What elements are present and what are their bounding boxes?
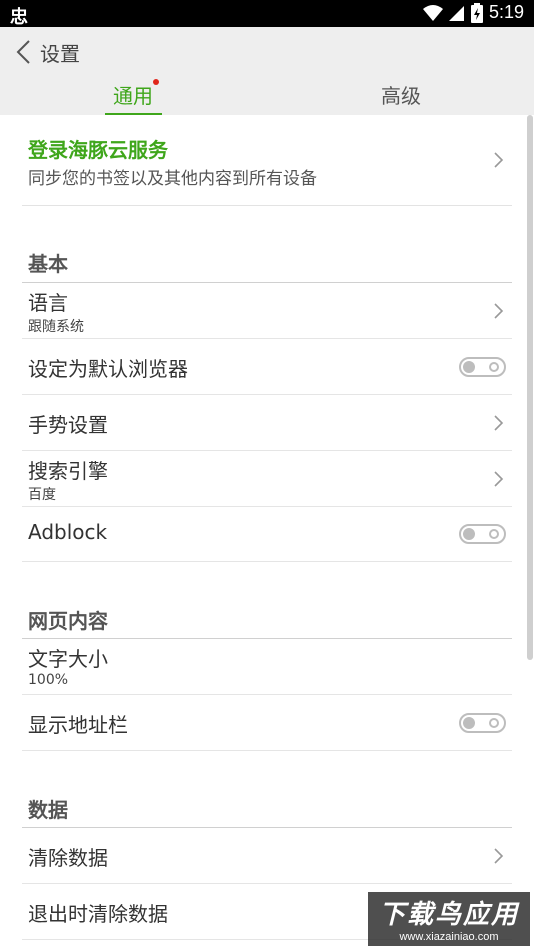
chevron-right-icon (494, 303, 504, 319)
setting-adblock[interactable]: Adblock (22, 506, 512, 562)
tab-general[interactable]: 通用 (73, 80, 193, 109)
setting-label: 文字大小 (28, 647, 108, 671)
login-subtitle: 同步您的书签以及其他内容到所有设备 (28, 169, 317, 189)
watermark-title: 下载鸟应用 (378, 900, 519, 930)
section-title-web-content: 网页内容 (28, 609, 108, 633)
status-time: 5:19 (488, 2, 524, 22)
watermark-url: www.xiazainiao.com (399, 931, 499, 943)
setting-value: 100% (28, 672, 69, 688)
settings-header: 设置 通用 高级 (0, 27, 534, 115)
setting-default-browser[interactable]: 设定为默认浏览器 (22, 339, 512, 395)
setting-label: 搜索引擎 (28, 459, 108, 483)
setting-label: Adblock (28, 520, 108, 544)
setting-text-size[interactable]: 文字大小 100% (22, 639, 512, 695)
tab-bar: 通用 高级 (0, 75, 534, 115)
address-bar-toggle[interactable] (459, 713, 506, 733)
chevron-right-icon (494, 152, 504, 168)
section-title-data: 数据 (28, 798, 68, 822)
settings-list[interactable]: 登录海豚云服务 同步您的书签以及其他内容到所有设备 基本 语言 跟随系统 设定为… (0, 115, 534, 950)
status-icons: 5:19 (422, 2, 524, 23)
setting-show-address-bar[interactable]: 显示地址栏 (22, 695, 512, 751)
chevron-right-icon (494, 471, 504, 487)
page-title: 设置 (40, 42, 80, 66)
notification-dot (153, 79, 159, 85)
setting-label: 退出时清除数据 (28, 902, 168, 926)
setting-label: 清除数据 (28, 846, 108, 870)
chevron-right-icon (494, 415, 504, 431)
login-title: 登录海豚云服务 (28, 138, 168, 162)
setting-label: 手势设置 (28, 413, 108, 437)
default-browser-toggle[interactable] (459, 357, 506, 377)
chevron-left-icon[interactable] (14, 39, 38, 65)
setting-gestures[interactable]: 手势设置 (22, 395, 512, 451)
setting-language[interactable]: 语言 跟随系统 (22, 283, 512, 339)
setting-value: 跟随系统 (28, 319, 84, 335)
signal-icon (448, 5, 464, 21)
login-cloud-service[interactable]: 登录海豚云服务 同步您的书签以及其他内容到所有设备 (22, 115, 512, 206)
setting-search-engine[interactable]: 搜索引擎 百度 (22, 451, 512, 507)
status-app-icon: 忠 (10, 7, 28, 28)
status-bar: 忠 5:19 (0, 0, 534, 28)
wifi-icon (422, 4, 443, 21)
setting-value: 百度 (28, 487, 56, 503)
watermark: 下载鸟应用 www.xiazainiao.com (368, 892, 530, 946)
setting-label: 设定为默认浏览器 (28, 357, 188, 381)
tab-advanced[interactable]: 高级 (341, 80, 461, 109)
chevron-right-icon (494, 848, 504, 864)
setting-clear-data[interactable]: 清除数据 (22, 828, 512, 884)
adblock-toggle[interactable] (459, 524, 506, 544)
setting-label: 显示地址栏 (28, 713, 128, 737)
section-title-basic: 基本 (28, 252, 68, 276)
setting-label: 语言 (28, 291, 68, 315)
scrollbar[interactable] (527, 115, 533, 660)
battery-icon (470, 2, 483, 23)
